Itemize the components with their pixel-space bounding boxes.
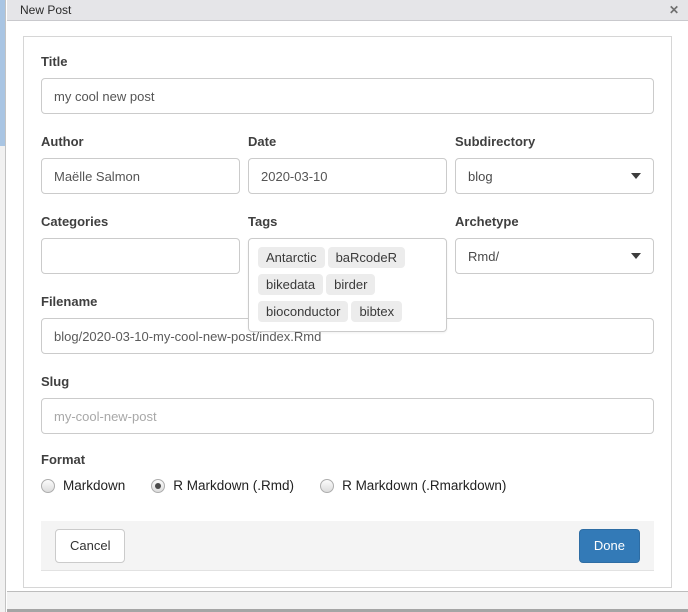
format-options: Markdown R Markdown (.Rmd) R Markdown (.… <box>41 478 654 493</box>
new-post-dialog: Title Author Date Subdirectory blog <box>7 22 688 590</box>
background-window-bottom-edge <box>7 591 688 612</box>
format-field-group: Format Markdown R Markdown (.Rmd) R Mark… <box>41 452 654 493</box>
tag-pill[interactable]: bioconductor <box>258 301 348 322</box>
format-radio-label: R Markdown (.Rmd) <box>173 478 294 493</box>
categories-input[interactable] <box>41 238 240 274</box>
dialog-titlebar[interactable]: New Post ✕ <box>7 0 688 21</box>
format-radio-label: R Markdown (.Rmarkdown) <box>342 478 506 493</box>
subdirectory-label: Subdirectory <box>455 134 654 150</box>
format-radio-rmarkdown[interactable]: R Markdown (.Rmarkdown) <box>320 478 506 493</box>
tags-input-anchor[interactable]: AntarcticbaRcodeRbikedatabirderbioconduc… <box>248 238 447 274</box>
title-label: Title <box>41 54 654 70</box>
format-radio-markdown[interactable]: Markdown <box>41 478 125 493</box>
background-window-edge-blue <box>0 0 5 146</box>
tag-pill[interactable]: Antarctic <box>258 247 325 268</box>
form-panel: Title Author Date Subdirectory blog <box>23 36 672 588</box>
tag-pill[interactable]: birder <box>326 274 375 295</box>
slug-label: Slug <box>41 374 654 390</box>
categories-field-group: Categories <box>41 214 240 274</box>
slug-field-group: Slug <box>41 374 654 434</box>
radio-icon <box>41 479 55 493</box>
author-input[interactable] <box>41 158 240 194</box>
date-input[interactable] <box>248 158 447 194</box>
archetype-label: Archetype <box>455 214 654 230</box>
archetype-field-group: Archetype Rmd/ <box>455 214 654 274</box>
dialog-footer: Cancel Done <box>41 521 654 571</box>
chevron-down-icon <box>631 173 641 179</box>
subdirectory-selected-value: blog <box>468 169 493 184</box>
radio-icon <box>320 479 334 493</box>
format-radio-rmd[interactable]: R Markdown (.Rmd) <box>151 478 294 493</box>
subdirectory-field-group: Subdirectory blog <box>455 134 654 194</box>
cancel-button[interactable]: Cancel <box>55 529 125 563</box>
author-field-group: Author <box>41 134 240 194</box>
title-input[interactable] <box>41 78 654 114</box>
radio-icon <box>151 479 165 493</box>
archetype-select[interactable]: Rmd/ <box>455 238 654 274</box>
subdirectory-select[interactable]: blog <box>455 158 654 194</box>
tags-suggestions-popup: AntarcticbaRcodeRbikedatabirder bioconduc… <box>248 238 447 332</box>
archetype-selected-value: Rmd/ <box>468 249 499 264</box>
format-radio-label: Markdown <box>63 478 125 493</box>
tag-pill[interactable]: bikedata <box>258 274 323 295</box>
tags-field-group: Tags AntarcticbaRcodeRbikedatabirderbioc… <box>248 214 447 274</box>
date-field-group: Date <box>248 134 447 194</box>
format-label: Format <box>41 452 654 468</box>
categories-tags-archetype-row: Categories Tags AntarcticbaRcodeRbikedat… <box>41 214 654 274</box>
date-label: Date <box>248 134 447 150</box>
close-icon[interactable]: ✕ <box>669 0 679 20</box>
author-label: Author <box>41 134 240 150</box>
dialog-title: New Post <box>20 0 71 20</box>
tag-pill[interactable]: baRcodeR <box>328 247 405 268</box>
categories-label: Categories <box>41 214 240 230</box>
author-date-subdirectory-row: Author Date Subdirectory blog <box>41 134 654 194</box>
background-window-edge <box>0 0 6 612</box>
tags-label: Tags <box>248 214 447 230</box>
tag-pill[interactable]: bibtex <box>351 301 402 322</box>
done-button[interactable]: Done <box>579 529 640 563</box>
chevron-down-icon <box>631 253 641 259</box>
slug-input[interactable] <box>41 398 654 434</box>
